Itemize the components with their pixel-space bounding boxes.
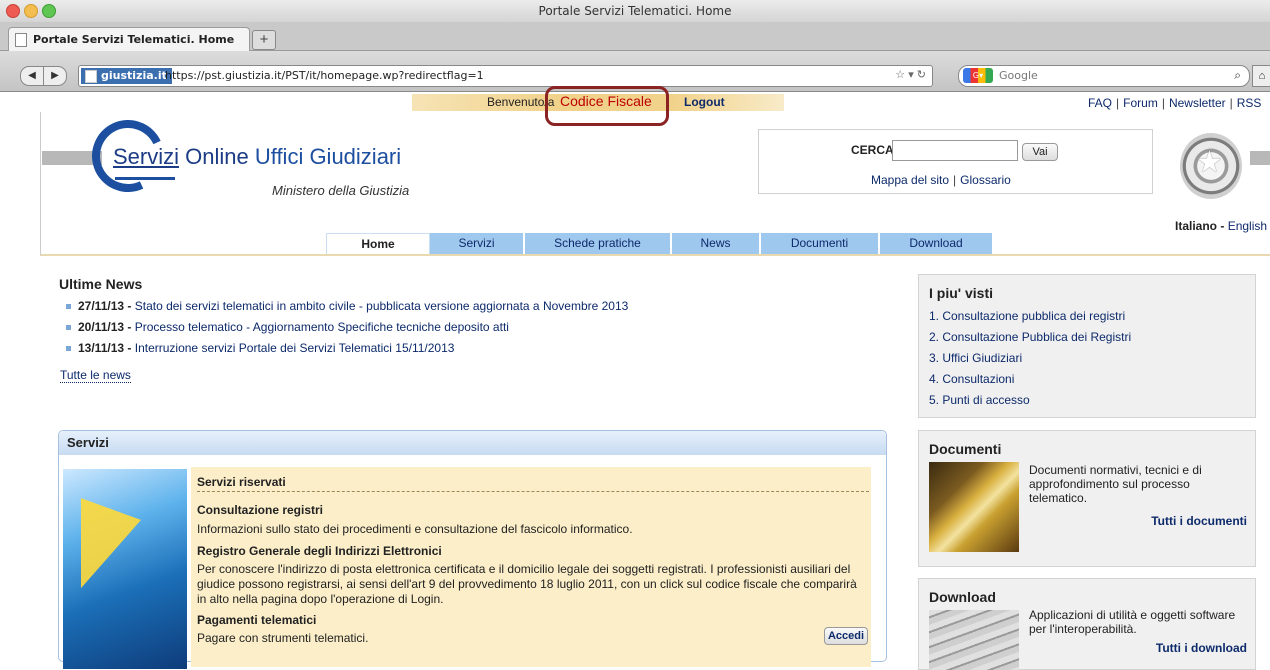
tab-servizi[interactable]: Servizi — [430, 233, 525, 254]
servizi-header: Servizi — [59, 431, 886, 455]
search-icon[interactable]: ⌕ — [1234, 68, 1241, 83]
search-input[interactable] — [892, 140, 1018, 161]
logo-underline — [115, 177, 175, 180]
registro-indirizzi-text: Per conoscere l'indirizzo di posta elett… — [197, 562, 857, 606]
logo-title-part: Uffici Giudiziari — [254, 144, 402, 169]
download-description: Applicazioni di utilità e oggetti softwa… — [1029, 608, 1236, 636]
top-links: FAQ | Forum | Newsletter | RSS — [1088, 96, 1262, 110]
news-heading: Ultime News — [59, 276, 143, 292]
most-viewed-box: I piu' visti 1. Consultazione pubblica d… — [918, 274, 1256, 418]
glossary-link[interactable]: Glossario — [960, 173, 1011, 187]
tab-news[interactable]: News — [672, 233, 761, 254]
news-item[interactable]: 20/11/13 - Processo telematico - Aggiorn… — [66, 320, 509, 334]
servizi-title: Servizi — [67, 435, 109, 450]
page-icon — [15, 33, 27, 47]
documenti-image — [929, 462, 1019, 552]
window-title: Portale Servizi Telematici. Home — [538, 4, 732, 18]
search-links: Mappa del sito | Glossario — [871, 173, 1011, 187]
news-link[interactable]: Processo telematico - Aggiornamento Spec… — [135, 320, 509, 334]
tab-download[interactable]: Download — [880, 233, 992, 254]
news-item[interactable]: 27/11/13 - Stato dei servizi telematici … — [66, 299, 628, 313]
address-bar[interactable]: giustizia.it https://pst.giustizia.it/PS… — [78, 65, 933, 87]
news-link[interactable]: Stato dei servizi telematici in ambito c… — [135, 299, 629, 313]
all-downloads-link[interactable]: Tutti i download — [1156, 641, 1247, 655]
tab-home[interactable]: Home — [326, 233, 430, 254]
search-engine-box[interactable]: G▾ Google ⌕ — [958, 65, 1250, 87]
logo-title-part: Servizi — [113, 144, 180, 169]
most-viewed-item[interactable]: 1. Consultazione pubblica dei registri — [929, 309, 1125, 323]
site-logo-subtitle: Ministero della Giustizia — [272, 183, 410, 198]
download-image — [929, 610, 1019, 670]
header-decoration — [1250, 151, 1270, 165]
servizi-panel: Servizi Servizi riservati Consultazione … — [58, 430, 887, 669]
language-italian[interactable]: Italiano — [1175, 219, 1217, 233]
language-switch: Italiano - English — [1175, 219, 1267, 233]
newsletter-link[interactable]: Newsletter — [1169, 96, 1226, 110]
servizi-riservati-heading: Servizi riservati — [197, 475, 869, 492]
news-item[interactable]: 13/11/13 - Interruzione servizi Portale … — [66, 341, 454, 355]
rss-link[interactable]: RSS — [1237, 96, 1262, 110]
most-viewed-item[interactable]: 2. Consultazione Pubblica dei Registri — [929, 330, 1131, 344]
download-box: Download Applicazioni di utilità e ogget… — [918, 578, 1256, 670]
site-map-link[interactable]: Mappa del sito — [871, 173, 949, 187]
consultazione-registri-text: Informazioni sullo stato dei procediment… — [197, 522, 633, 536]
forward-button[interactable]: ▶ — [43, 66, 67, 86]
bullet-icon — [66, 325, 71, 331]
search-button[interactable]: Vai — [1022, 143, 1058, 161]
logo-title-part: Online — [179, 144, 255, 169]
language-separator: - — [1217, 219, 1228, 233]
most-viewed-item[interactable]: 5. Punti di accesso — [929, 393, 1030, 407]
tab-bar: Portale Servizi Telematici. Home + — [0, 22, 1270, 51]
window-titlebar: Portale Servizi Telematici. Home — [0, 0, 1270, 23]
news-date: 20/11/13 - — [78, 320, 132, 334]
most-viewed-title: I piu' visti — [929, 285, 994, 301]
site-badge-label: giustizia.it — [101, 69, 167, 82]
tab-schede-pratiche[interactable]: Schede pratiche — [525, 233, 672, 254]
pagamenti-heading: Pagamenti telematici — [197, 613, 317, 627]
bookmark-reload-controls[interactable]: ☆ ▾ ↻ — [895, 68, 926, 81]
consultazione-registri-heading: Consultazione registri — [197, 503, 324, 517]
documenti-description: Documenti normativi, tecnici e di approf… — [1029, 463, 1202, 505]
documenti-box: Documenti Documenti normativi, tecnici e… — [918, 430, 1256, 567]
most-viewed-item[interactable]: 4. Consultazioni — [929, 372, 1014, 386]
home-icon[interactable]: ⌂ — [1252, 65, 1270, 87]
logout-link[interactable]: Logout — [684, 95, 725, 109]
servizi-image — [63, 469, 187, 669]
forum-link[interactable]: Forum — [1123, 96, 1158, 110]
all-news-link[interactable]: Tutte le news — [60, 368, 131, 383]
servizi-content: Servizi riservati Consultazione registri… — [191, 467, 871, 667]
news-date: 27/11/13 - — [78, 299, 132, 313]
site-search-box: CERCA Vai Mappa del sito | Glossario — [758, 129, 1153, 194]
documenti-title: Documenti — [929, 441, 1002, 457]
all-documents-link[interactable]: Tutti i documenti — [1151, 514, 1247, 528]
url-text[interactable]: https://pst.giustizia.it/PST/it/homepage… — [165, 69, 484, 82]
registro-indirizzi-heading: Registro Generale degli Indirizzi Elettr… — [197, 544, 442, 558]
language-english[interactable]: English — [1228, 219, 1267, 233]
bullet-icon — [66, 346, 71, 352]
site-identity-badge[interactable]: giustizia.it — [81, 68, 172, 84]
faq-link[interactable]: FAQ — [1088, 96, 1112, 110]
tab-label: Portale Servizi Telematici. Home — [33, 33, 235, 46]
back-button[interactable]: ◀ — [20, 66, 44, 86]
new-tab-button[interactable]: + — [252, 30, 276, 50]
bullet-icon — [66, 304, 71, 310]
browser-tab[interactable]: Portale Servizi Telematici. Home — [8, 27, 250, 51]
main-nav-tabs: Home Servizi Schede pratiche News Docume… — [326, 233, 992, 254]
accedi-button[interactable]: Accedi — [824, 627, 868, 645]
favicon-icon — [85, 70, 97, 83]
republic-emblem-icon: ★ — [1180, 133, 1242, 199]
news-link[interactable]: Interruzione servizi Portale dei Servizi… — [135, 341, 455, 355]
tab-documenti[interactable]: Documenti — [761, 233, 880, 254]
news-date: 13/11/13 - — [78, 341, 132, 355]
most-viewed-item[interactable]: 3. Uffici Giudiziari — [929, 351, 1022, 365]
google-icon[interactable]: G▾ — [963, 68, 993, 83]
search-engine-placeholder: Google — [999, 69, 1038, 82]
site-logo-title[interactable]: Servizi Online Uffici Giudiziari — [113, 144, 401, 170]
search-label: CERCA — [851, 143, 894, 157]
download-title: Download — [929, 589, 996, 605]
pagamenti-text: Pagare con strumenti telematici. — [197, 631, 369, 645]
